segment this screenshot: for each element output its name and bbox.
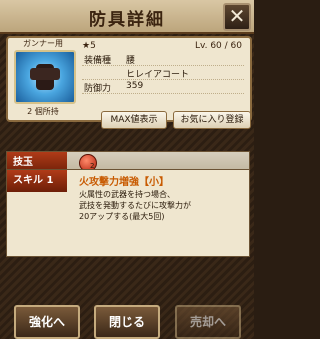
stats-value: ヒレイアコート bbox=[126, 70, 190, 80]
page-title: 防具詳細 bbox=[89, 10, 165, 30]
skill-section: スキル 1 火攻撃力増強【小】 火属性の武器を持つ場合、 武技を発動するたびに攻… bbox=[6, 169, 250, 257]
stats-value: 腰 bbox=[126, 56, 136, 66]
favorite-button[interactable]: お気に入り登録 bbox=[173, 111, 251, 129]
item-panel: ガンナー用 2 個所持 ★5 Lv. 60 / 60 装備種 腰 ヒレイアコート… bbox=[6, 36, 252, 129]
max-value-button[interactable]: MAX値表示 bbox=[101, 111, 167, 129]
sell-button[interactable]: 売却へ bbox=[175, 305, 241, 339]
level-value: 60 / 60 bbox=[210, 41, 242, 51]
skill-description: 火属性の武器を持つ場合、 武技を発動するたびに攻撃力が 20アップする(最大5回… bbox=[79, 190, 191, 221]
stats-key: 防御力 bbox=[84, 84, 112, 94]
stats-row: 防御力 359 bbox=[82, 81, 244, 94]
level: Lv. 60 / 60 bbox=[195, 41, 242, 51]
stats-row: 装備種 腰 bbox=[82, 53, 244, 66]
owned-count: 2 個所持 bbox=[27, 107, 59, 116]
armor-icon bbox=[14, 50, 76, 104]
item-class-label: ガンナー用 bbox=[23, 39, 63, 48]
stats-key: 装備種 bbox=[84, 56, 112, 66]
rarity: ★5 bbox=[82, 41, 96, 51]
close-bottom-button[interactable]: 閉じる bbox=[94, 305, 160, 339]
header: 防具詳細 ✕ bbox=[0, 0, 254, 34]
level-label: Lv. bbox=[194, 41, 208, 51]
stats-list: 装備種 腰 ヒレイアコート 防御力 359 bbox=[82, 53, 244, 95]
enhance-button[interactable]: 強化へ bbox=[14, 305, 80, 339]
stats-value: 359 bbox=[126, 81, 144, 91]
skill-label: スキル 1 bbox=[7, 170, 67, 192]
stats-row: ヒレイアコート bbox=[82, 67, 244, 80]
close-button[interactable]: ✕ bbox=[223, 3, 251, 31]
skill-name: 火攻撃力増強【小】 bbox=[79, 177, 169, 188]
